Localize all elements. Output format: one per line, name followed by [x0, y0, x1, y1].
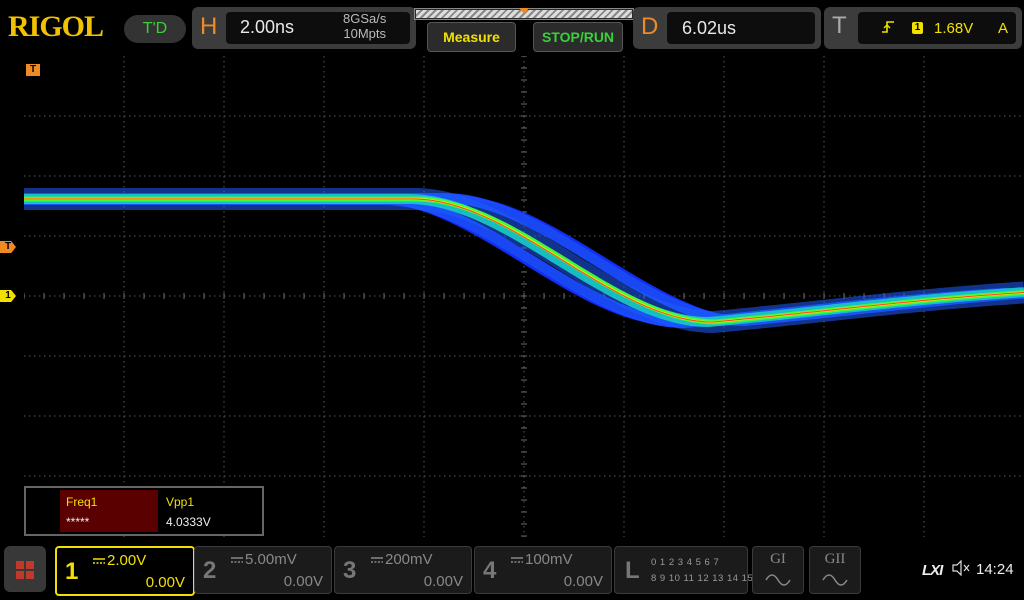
dc-coupling-icon: [93, 554, 105, 568]
channel-number: 1: [65, 558, 79, 585]
trigger-panel[interactable]: [824, 7, 1022, 49]
measurement-value: *****: [66, 515, 90, 529]
channel-offset: 0.00V: [145, 574, 185, 591]
channel-3-panel[interactable]: 3 200mV 0.00V: [334, 546, 472, 594]
rising-edge-icon: [881, 20, 895, 37]
waveform-display[interactable]: [24, 56, 1024, 537]
app-grid-icon: [16, 561, 34, 579]
dc-coupling-icon: [231, 553, 243, 567]
trigger-source-badge: 1: [912, 22, 923, 34]
delay-value: 6.02us: [682, 18, 737, 38]
lxi-logo: LXI: [922, 562, 943, 579]
channel-scale: 5.00mV: [245, 551, 297, 568]
generator-label: GI: [770, 551, 786, 567]
memory-position-bar[interactable]: [414, 8, 634, 20]
logic-label: L: [625, 557, 640, 584]
trigger-status-badge[interactable]: T'D: [124, 15, 186, 43]
channel-number: 2: [203, 557, 217, 584]
generator-1-button[interactable]: GI: [752, 546, 804, 594]
acquisition-info: 8GSa/s 10Mpts: [343, 11, 386, 41]
measurement-vpp1[interactable]: Vpp1 4.0333V: [160, 490, 258, 532]
system-clock: 14:24: [976, 561, 1014, 578]
measurement-name: Vpp1: [166, 495, 195, 509]
generator-label: GII: [824, 551, 846, 567]
measurement-freq1[interactable]: Freq1 *****: [60, 490, 158, 532]
logic-channels-row1: 0 1 2 3 4 5 6 7: [651, 557, 720, 568]
timebase-value: 2.00ns: [240, 17, 295, 37]
channel-offset: 0.00V: [423, 573, 463, 590]
logic-analyzer-panel[interactable]: L 0 1 2 3 4 5 6 7 8 9 10 11 12 13 14 15: [614, 546, 753, 594]
channel-offset: 0.00V: [563, 573, 603, 590]
top-bar: RIGOL T'D H 2.00ns 8GSa/s 10Mpts Measure…: [0, 0, 1024, 56]
channel-scale: 200mV: [385, 551, 433, 568]
measurement-name: Freq1: [66, 495, 98, 509]
trigger-label: T: [832, 12, 847, 39]
channel-scale: 100mV: [525, 551, 573, 568]
channel-scale: 2.00V: [107, 552, 147, 569]
channel-number: 4: [483, 557, 497, 584]
measurement-panel[interactable]: Freq1 ***** Vpp1 4.0333V: [24, 486, 264, 536]
measure-button[interactable]: Measure: [427, 22, 516, 52]
horizontal-label: H: [200, 13, 218, 40]
channel-offset: 0.00V: [283, 573, 323, 590]
generator-2-button[interactable]: GII: [809, 546, 861, 594]
stop-run-button[interactable]: STOP/RUN: [533, 22, 623, 52]
trigger-position-marker[interactable]: T: [26, 64, 40, 76]
memory-depth: 10Mpts: [343, 26, 386, 41]
measurement-value: 4.0333V: [166, 515, 211, 529]
graticule: [24, 56, 1024, 537]
ch1-offset-marker[interactable]: 1: [0, 290, 16, 302]
dc-coupling-icon: [511, 553, 523, 567]
sine-wave-icon: [765, 573, 791, 592]
dc-coupling-icon: [371, 553, 383, 567]
logic-channels-row2: 8 9 10 11 12 13 14 15: [651, 573, 754, 584]
trigger-level-marker[interactable]: T: [0, 241, 16, 253]
speaker-muted-icon[interactable]: [952, 559, 970, 581]
home-menu-button[interactable]: [4, 546, 46, 592]
channel-number: 3: [343, 557, 357, 584]
channel-2-panel[interactable]: 2 5.00mV 0.00V: [194, 546, 332, 594]
delay-label: D: [641, 13, 659, 40]
trigger-mode: A: [998, 20, 1009, 37]
sample-rate: 8GSa/s: [343, 11, 387, 26]
brand-logo: RIGOL: [8, 10, 104, 43]
channel-4-panel[interactable]: 4 100mV 0.00V: [474, 546, 612, 594]
trigger-level: 1.68V: [934, 20, 974, 37]
sine-wave-icon: [822, 573, 848, 592]
bottom-bar: 1 2.00V 0.00V 2 5.00mV 0.00V 3 200mV 0.0…: [0, 540, 1024, 600]
trigger-position-icon: [519, 8, 529, 14]
channel-1-panel[interactable]: 1 2.00V 0.00V: [55, 546, 195, 596]
